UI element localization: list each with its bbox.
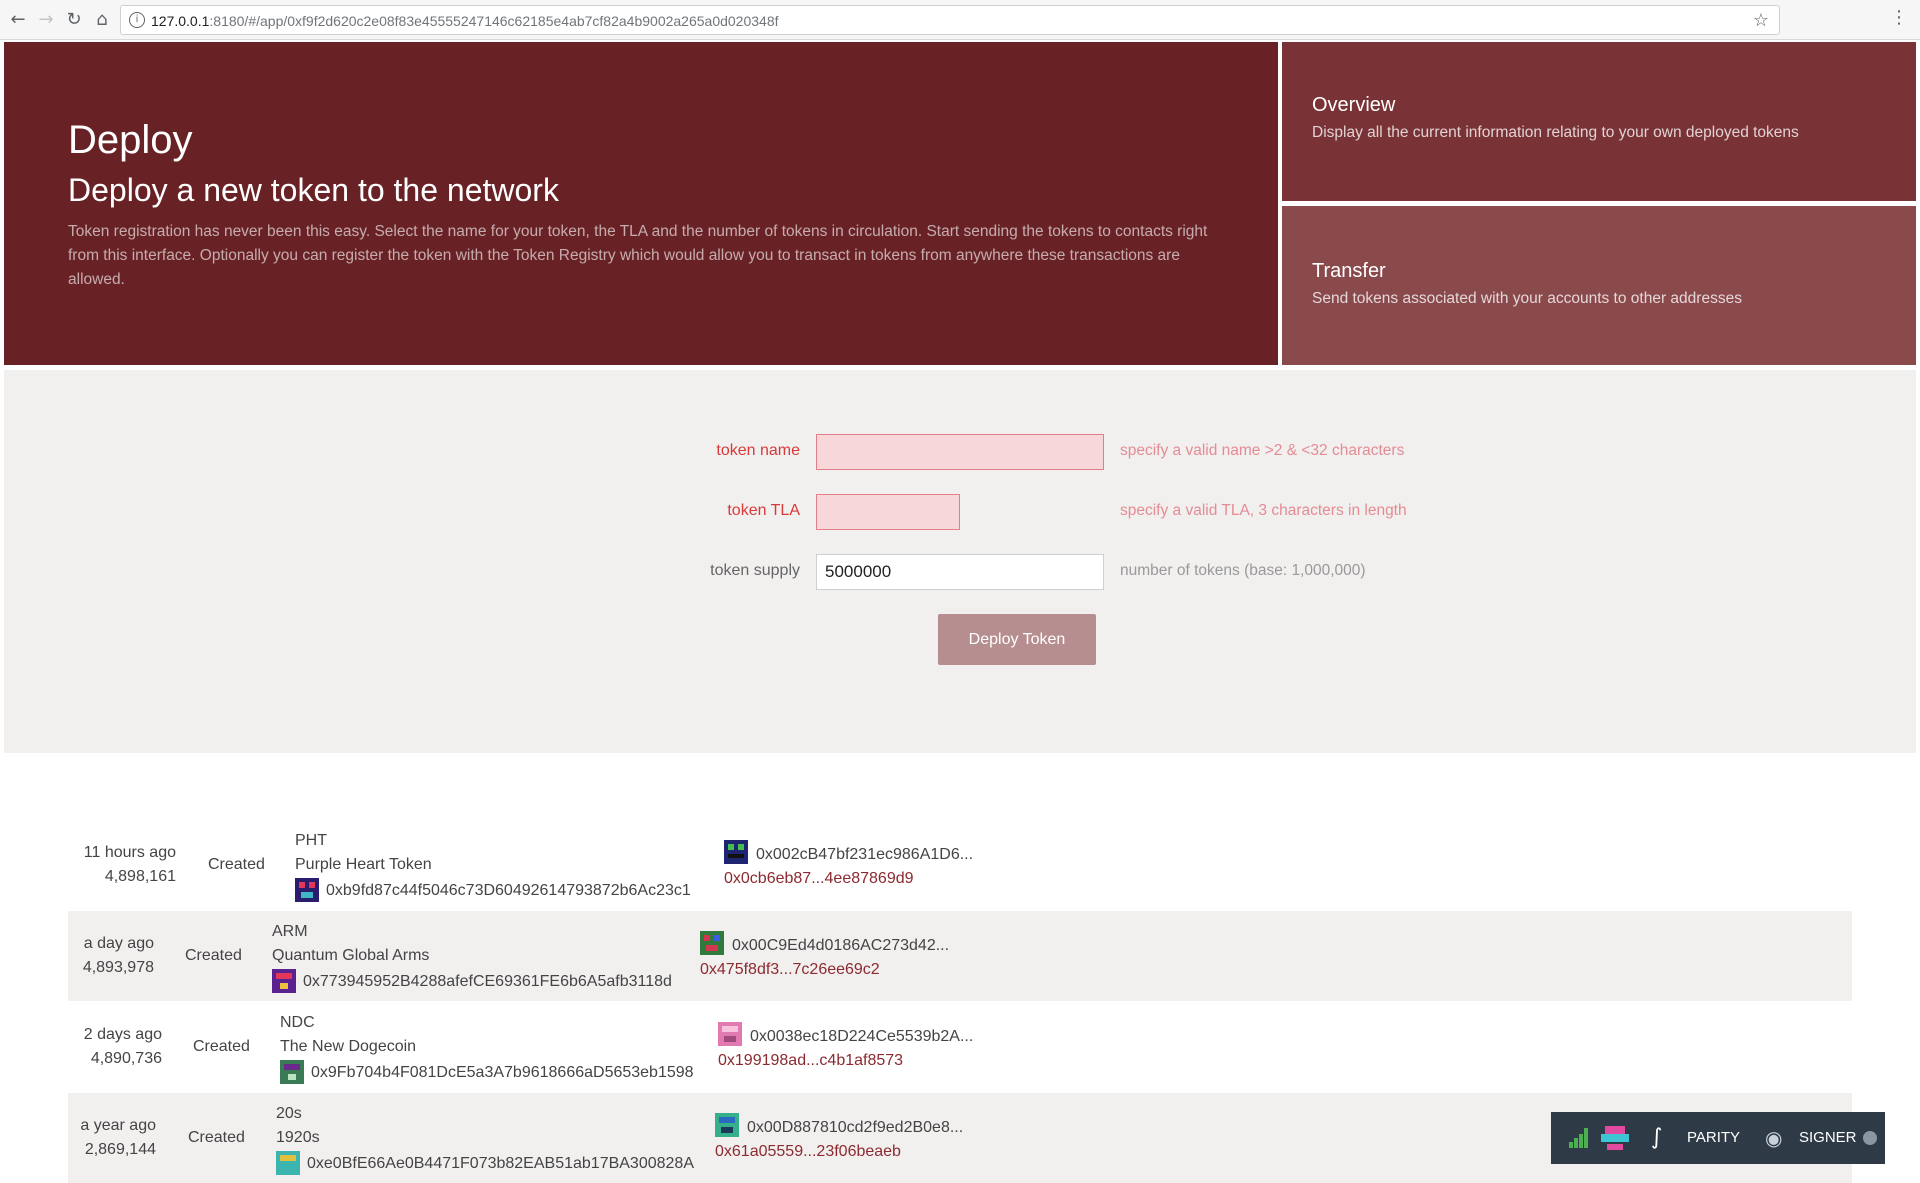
token-tla-label: token TLA — [727, 502, 800, 519]
event-type: Created — [208, 856, 265, 873]
event-time: 11 hours ago — [83, 844, 176, 861]
identicon — [295, 878, 319, 902]
signal-icon — [1569, 1128, 1589, 1148]
url-text[interactable]: 127.0.0.1:8180/#/app/0xf9f2d620c2e08f83e… — [151, 13, 779, 29]
event-row: 11 hours ago 4,898,161 Created PHT Purpl… — [68, 820, 1852, 910]
page-description: Token registration has never been this e… — [68, 223, 1208, 288]
identicon — [280, 1060, 304, 1084]
overview-nav-panel[interactable]: Overview Display all the current informa… — [1282, 42, 1916, 201]
transfer-nav-panel[interactable]: Transfer Send tokens associated with you… — [1282, 206, 1916, 365]
event-block: 4,890,736 — [90, 1050, 162, 1067]
event-block: 4,898,161 — [104, 868, 176, 885]
event-block: 4,893,978 — [82, 959, 154, 976]
identicon — [724, 840, 748, 864]
transaction-hash-link[interactable]: 0x475f8df3...7c26ee69c2 — [700, 961, 880, 979]
event-row: a day ago 4,893,978 Created ARM Quantum … — [68, 911, 1852, 1001]
token-tla-hint: specify a valid TLA, 3 characters in len… — [1120, 502, 1407, 519]
event-row: 2 days ago 4,890,736 Created NDC The New… — [68, 1002, 1852, 1092]
token-supply-label: token supply — [710, 562, 800, 579]
token-tla: NDC — [280, 1014, 315, 1031]
token-address[interactable]: 0x773945952B4288afefCE69361FE6b6A5afb311… — [303, 973, 672, 991]
address-bar[interactable]: i 127.0.0.1:8180/#/app/0xf9f2d620c2e08f8… — [120, 5, 1780, 35]
token-address[interactable]: 0xb9fd87c44f5046c73D60492614793872b6Ac23… — [326, 882, 691, 900]
token-name: Quantum Global Arms — [272, 947, 430, 964]
star-icon[interactable]: ☆ — [1753, 10, 1769, 31]
event-block: 2,869,144 — [84, 1141, 156, 1158]
info-icon[interactable]: i — [129, 12, 145, 28]
deploy-token-button[interactable]: Deploy Token — [938, 614, 1096, 665]
page-title: Deploy — [68, 118, 193, 162]
home-icon[interactable]: ⌂ — [90, 8, 114, 32]
url-path: :8180/#/app/0xf9f2d620c2e08f83e455552471… — [209, 13, 779, 29]
menu-dots-icon[interactable]: ⋮ — [1890, 9, 1908, 27]
transfer-description: Send tokens associated with your account… — [1312, 290, 1742, 307]
token-name-hint: specify a valid name >2 & <32 characters — [1120, 442, 1405, 459]
token-tla: ARM — [272, 923, 308, 940]
url-host: 127.0.0.1 — [151, 13, 210, 29]
parity-label[interactable]: PARITY — [1687, 1129, 1740, 1146]
fingerprint-icon: ◉ — [1765, 1126, 1783, 1150]
token-tla: PHT — [295, 832, 327, 849]
token-supply-hint: number of tokens (base: 1,000,000) — [1120, 562, 1366, 579]
owner-address[interactable]: 0x00D887810cd2f9ed2B0e8... — [747, 1119, 963, 1137]
transaction-hash-link[interactable]: 0x0cb6eb87...4ee87869d9 — [724, 870, 914, 888]
overview-title: Overview — [1312, 94, 1396, 116]
identicon — [276, 1151, 300, 1175]
browser-toolbar: ← → ↻ ⌂ i 127.0.0.1:8180/#/app/0xf9f2d62… — [0, 0, 1920, 40]
deploy-hero-panel: Deploy Deploy a new token to the network… — [4, 42, 1278, 365]
token-name-label: token name — [716, 442, 800, 459]
forward-arrow-icon[interactable]: → — [34, 8, 58, 32]
transaction-hash-link[interactable]: 0x199198ad...c4b1af8573 — [718, 1052, 903, 1070]
token-name: Purple Heart Token — [295, 856, 432, 873]
owner-address[interactable]: 0x00C9Ed4d0186AC273d42... — [732, 937, 949, 955]
token-address[interactable]: 0xe0BfE66Ae0B4471F073b82EAB51ab17BA30082… — [307, 1155, 694, 1173]
event-time: 2 days ago — [83, 1026, 162, 1043]
back-arrow-icon[interactable]: ← — [6, 8, 30, 32]
identicon — [272, 969, 296, 993]
owner-address[interactable]: 0x002cB47bf231ec986A1D6... — [756, 846, 973, 864]
parity-status-bar: ∫ PARITY ◉ SIGNER — [1551, 1112, 1885, 1164]
reload-icon[interactable]: ↻ — [62, 8, 86, 32]
token-address[interactable]: 0x9Fb704b4F081DcE5a3A7b9618666aD5653eb15… — [311, 1064, 694, 1082]
token-name: The New Dogecoin — [280, 1038, 417, 1055]
token-name: 1920s — [276, 1129, 320, 1146]
event-time: a year ago — [80, 1117, 156, 1134]
transaction-hash-link[interactable]: 0x61a05559...23f06beaeb — [715, 1143, 901, 1161]
page-subtitle: Deploy a new token to the network — [68, 172, 559, 208]
token-tla: 20s — [276, 1105, 302, 1122]
identicon — [700, 931, 724, 955]
token-supply-input[interactable] — [816, 554, 1104, 590]
identicon — [718, 1022, 742, 1046]
overview-description: Display all the current information rela… — [1312, 124, 1799, 141]
owner-address[interactable]: 0x0038ec18D224Ce5539b2A... — [750, 1028, 973, 1046]
event-time: a day ago — [83, 935, 154, 952]
event-type: Created — [185, 947, 242, 964]
event-type: Created — [188, 1129, 245, 1146]
event-type: Created — [193, 1038, 250, 1055]
status-dot-icon — [1863, 1131, 1877, 1145]
identicon — [715, 1113, 739, 1137]
account-identicon[interactable] — [1601, 1124, 1629, 1152]
parity-logo-icon: ∫ — [1651, 1125, 1663, 1150]
token-tla-input[interactable] — [816, 494, 960, 530]
token-name-input[interactable] — [816, 434, 1104, 470]
transfer-title: Transfer — [1312, 260, 1386, 282]
signer-label[interactable]: SIGNER — [1799, 1129, 1857, 1146]
